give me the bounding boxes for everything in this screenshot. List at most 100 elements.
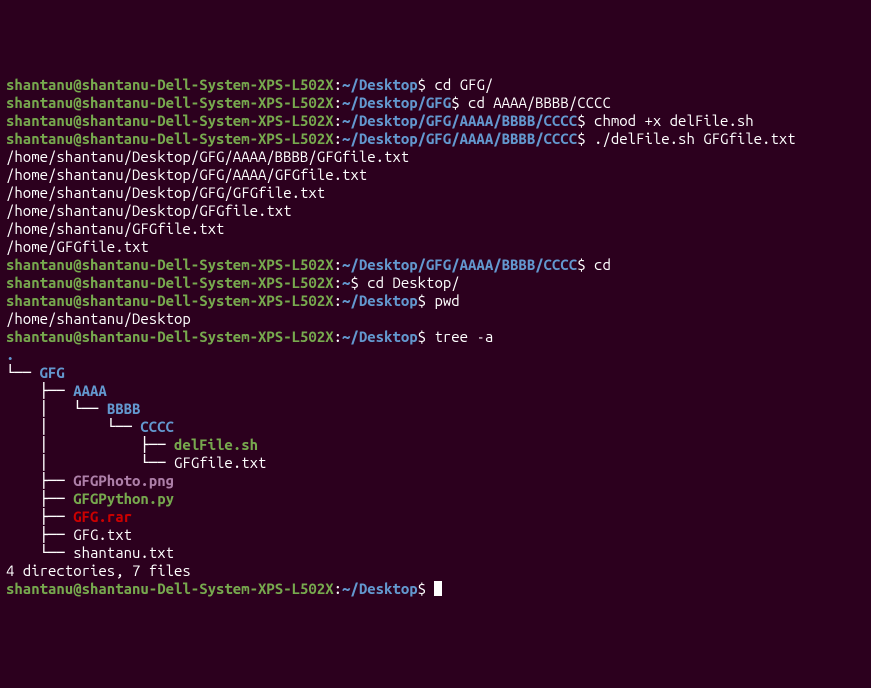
terminal-line: shantanu@shantanu-Dell-System-XPS-L502X:… bbox=[6, 94, 865, 112]
prompt-dollar: $ bbox=[418, 580, 426, 597]
tree-entry: GFGPython.py bbox=[73, 490, 174, 507]
tree-line: │ ├── delFile.sh bbox=[6, 436, 865, 454]
prompt-at: @ bbox=[73, 76, 81, 93]
tree-entry: GFGPhoto.png bbox=[73, 472, 174, 489]
tree-line: ├── GFG.rar bbox=[6, 508, 865, 526]
prompt-user: shantanu bbox=[6, 256, 73, 273]
command-text: chmod +x delFile.sh bbox=[594, 112, 754, 129]
tree-branch: └── bbox=[6, 364, 40, 381]
prompt-host: shantanu-Dell-System-XPS-L502X bbox=[82, 112, 334, 129]
tree-entry: GFGfile.txt bbox=[174, 454, 266, 471]
prompt-at: @ bbox=[73, 328, 81, 345]
output-line: /home/shantanu/Desktop/GFG/GFGfile.txt bbox=[6, 184, 865, 202]
tree-line: │ └── GFGfile.txt bbox=[6, 454, 865, 472]
prompt-dollar: $ bbox=[418, 292, 426, 309]
tree-entry: GFG bbox=[40, 364, 65, 381]
prompt-colon: : bbox=[334, 94, 342, 111]
prompt-dollar: $ bbox=[350, 274, 358, 291]
prompt-path: ~/Desktop bbox=[342, 292, 418, 309]
prompt-user: shantanu bbox=[6, 292, 73, 309]
command-text: cd Desktop/ bbox=[367, 274, 459, 291]
prompt-path: ~/Desktop bbox=[342, 580, 418, 597]
tree-entry: AAAA bbox=[73, 382, 107, 399]
prompt-user: shantanu bbox=[6, 76, 73, 93]
prompt-colon: : bbox=[334, 274, 342, 291]
tree-branch: │ └── bbox=[6, 418, 140, 435]
prompt-user: shantanu bbox=[6, 328, 73, 345]
prompt-dollar: $ bbox=[418, 76, 426, 93]
prompt-host: shantanu-Dell-System-XPS-L502X bbox=[82, 328, 334, 345]
command-text: cd GFG/ bbox=[434, 76, 493, 93]
prompt-at: @ bbox=[73, 292, 81, 309]
prompt-host: shantanu-Dell-System-XPS-L502X bbox=[82, 292, 334, 309]
tree-line: ├── GFG.txt bbox=[6, 526, 865, 544]
prompt-colon: : bbox=[334, 130, 342, 147]
terminal-line: shantanu@shantanu-Dell-System-XPS-L502X:… bbox=[6, 256, 865, 274]
prompt-at: @ bbox=[73, 274, 81, 291]
terminal-line: shantanu@shantanu-Dell-System-XPS-L502X:… bbox=[6, 292, 865, 310]
terminal-line: shantanu@shantanu-Dell-System-XPS-L502X:… bbox=[6, 328, 865, 346]
tree-branch: ├── bbox=[6, 508, 73, 525]
prompt-dollar: $ bbox=[577, 256, 585, 273]
prompt-colon: : bbox=[334, 292, 342, 309]
prompt-host: shantanu-Dell-System-XPS-L502X bbox=[82, 274, 334, 291]
command-text: ./delFile.sh GFGfile.txt bbox=[594, 130, 796, 147]
prompt-colon: : bbox=[334, 328, 342, 345]
output-line: /home/shantanu/Desktop/GFG/AAAA/BBBB/GFG… bbox=[6, 148, 865, 166]
terminal-line: shantanu@shantanu-Dell-System-XPS-L502X:… bbox=[6, 112, 865, 130]
prompt-host: shantanu-Dell-System-XPS-L502X bbox=[82, 76, 334, 93]
tree-line: ├── GFGPhoto.png bbox=[6, 472, 865, 490]
tree-line: └── shantanu.txt bbox=[6, 544, 865, 562]
prompt-colon: : bbox=[334, 76, 342, 93]
terminal-line: shantanu@shantanu-Dell-System-XPS-L502X:… bbox=[6, 580, 865, 598]
prompt-path: ~/Desktop/GFG/AAAA/BBBB/CCCC bbox=[342, 130, 577, 147]
tree-entry: delFile.sh bbox=[174, 436, 258, 453]
tree-entry: GFG.txt bbox=[73, 526, 132, 543]
terminal-line: shantanu@shantanu-Dell-System-XPS-L502X:… bbox=[6, 130, 865, 148]
tree-branch: │ └── bbox=[6, 454, 174, 471]
prompt-user: shantanu bbox=[6, 94, 73, 111]
prompt-path: ~/Desktop/GFG/AAAA/BBBB/CCCC bbox=[342, 112, 577, 129]
prompt-path: ~/Desktop/GFG bbox=[342, 94, 451, 111]
tree-branch: │ ├── bbox=[6, 436, 174, 453]
prompt-dollar: $ bbox=[577, 112, 585, 129]
tree-line: │ └── CCCC bbox=[6, 418, 865, 436]
tree-root-dot: . bbox=[6, 346, 865, 364]
prompt-colon: : bbox=[334, 580, 342, 597]
prompt-path: ~/Desktop/GFG/AAAA/BBBB/CCCC bbox=[342, 256, 577, 273]
tree-entry: CCCC bbox=[140, 418, 174, 435]
tree-entry: BBBB bbox=[107, 400, 141, 417]
tree-branch: ├── bbox=[6, 490, 73, 507]
prompt-dollar: $ bbox=[418, 328, 426, 345]
terminal-output[interactable]: shantanu@shantanu-Dell-System-XPS-L502X:… bbox=[6, 76, 865, 598]
tree-branch: ├── bbox=[6, 472, 73, 489]
tree-branch: └── bbox=[6, 544, 73, 561]
tree-entry: shantanu.txt bbox=[73, 544, 174, 561]
prompt-path: ~/Desktop bbox=[342, 328, 418, 345]
prompt-host: shantanu-Dell-System-XPS-L502X bbox=[82, 256, 334, 273]
command-text: cd bbox=[594, 256, 611, 273]
prompt-colon: : bbox=[334, 112, 342, 129]
tree-line: │ └── BBBB bbox=[6, 400, 865, 418]
output-line: /home/shantanu/Desktop/GFG/AAAA/GFGfile.… bbox=[6, 166, 865, 184]
prompt-colon: : bbox=[334, 256, 342, 273]
command-text: pwd bbox=[434, 292, 459, 309]
prompt-dollar: $ bbox=[451, 94, 459, 111]
prompt-user: shantanu bbox=[6, 130, 73, 147]
prompt-at: @ bbox=[73, 130, 81, 147]
command-text: tree -a bbox=[434, 328, 493, 345]
tree-branch: ├── bbox=[6, 382, 73, 399]
tree-line: ├── GFGPython.py bbox=[6, 490, 865, 508]
output-line: /home/shantanu/Desktop bbox=[6, 310, 865, 328]
tree-summary: 4 directories, 7 files bbox=[6, 562, 865, 580]
tree-branch: │ └── bbox=[6, 400, 107, 417]
tree-entry: GFG.rar bbox=[73, 508, 132, 525]
command-text: cd AAAA/BBBB/CCCC bbox=[468, 94, 611, 111]
prompt-at: @ bbox=[73, 94, 81, 111]
prompt-user: shantanu bbox=[6, 274, 73, 291]
terminal-line: shantanu@shantanu-Dell-System-XPS-L502X:… bbox=[6, 76, 865, 94]
prompt-user: shantanu bbox=[6, 112, 73, 129]
tree-line: └── GFG bbox=[6, 364, 865, 382]
cursor-block bbox=[434, 581, 442, 596]
prompt-at: @ bbox=[73, 580, 81, 597]
